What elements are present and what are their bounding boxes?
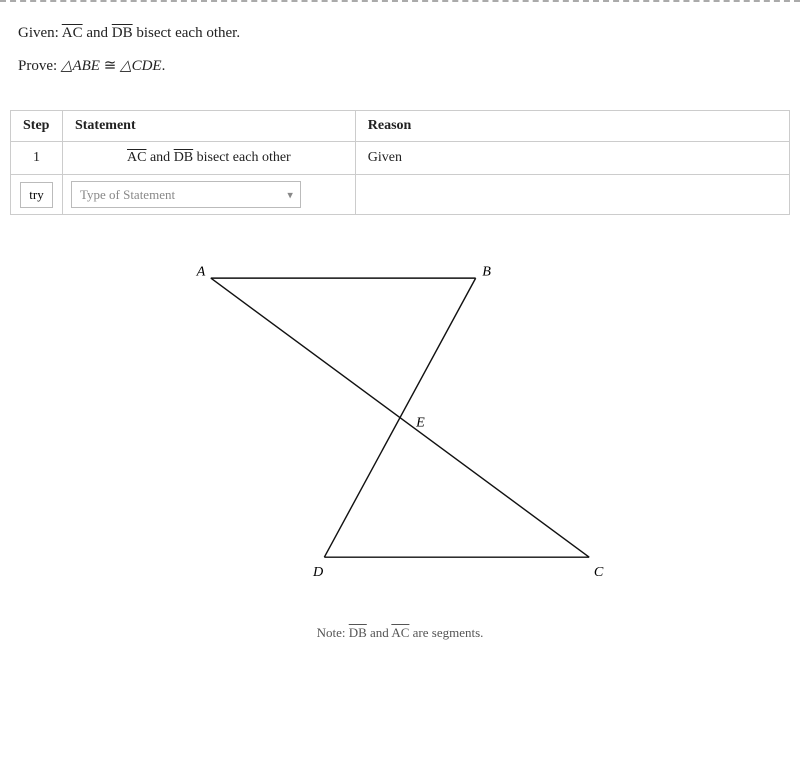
note-mid: and bbox=[367, 625, 392, 640]
table-row: 1 AC and DB bisect each other Given bbox=[11, 142, 790, 175]
statement-suffix: bisect each other bbox=[193, 150, 291, 165]
given-line: Given: AC and DB bisect each other. bbox=[18, 20, 782, 47]
label-a: A bbox=[196, 263, 206, 279]
note-prefix: Note: bbox=[317, 625, 349, 640]
statement-and: and bbox=[146, 150, 173, 165]
header-statement: Statement bbox=[62, 111, 355, 142]
reason-input-cell bbox=[355, 175, 789, 215]
header-step: Step bbox=[11, 111, 63, 142]
given-section: Given: AC and DB bisect each other. Prov… bbox=[0, 2, 800, 94]
given-and: and bbox=[83, 25, 112, 41]
label-d: D bbox=[312, 564, 324, 580]
input-row[interactable]: try Type of Statement bbox=[11, 175, 790, 215]
statement-input-cell[interactable]: Type of Statement bbox=[62, 175, 355, 215]
note-suffix: are segments. bbox=[409, 625, 483, 640]
line-db bbox=[324, 278, 475, 557]
note-ac: AC bbox=[391, 625, 409, 640]
given-ac: AC bbox=[62, 25, 83, 41]
label-b: B bbox=[482, 263, 491, 279]
prove-prefix: Prove: bbox=[18, 58, 61, 74]
geometry-diagram: A B E D C bbox=[175, 245, 625, 595]
table-header-row: Step Statement Reason bbox=[11, 111, 790, 142]
given-db: DB bbox=[112, 25, 133, 41]
triangle1: △ABE bbox=[61, 58, 100, 74]
diagram-container: A B E D C bbox=[0, 215, 800, 615]
given-prefix: Given: bbox=[18, 25, 62, 41]
statement-db: DB bbox=[174, 150, 193, 165]
header-reason: Reason bbox=[355, 111, 789, 142]
step-number: 1 bbox=[11, 142, 63, 175]
try-button-cell[interactable]: try bbox=[11, 175, 63, 215]
dropdown-wrapper[interactable]: Type of Statement bbox=[71, 181, 301, 208]
note-section: Note: DB and AC are segments. bbox=[0, 615, 800, 661]
proof-table: Step Statement Reason 1 AC and DB bisect… bbox=[10, 110, 790, 215]
congruent: ≅ bbox=[100, 58, 120, 74]
label-e: E bbox=[415, 415, 425, 431]
label-c: C bbox=[594, 564, 604, 580]
prove-line: Prove: △ABE ≅ △CDE. bbox=[18, 53, 782, 80]
period: . bbox=[162, 58, 166, 74]
statement-ac: AC bbox=[127, 150, 146, 165]
type-of-statement-dropdown[interactable]: Type of Statement bbox=[71, 181, 301, 208]
note-db: DB bbox=[349, 625, 367, 640]
statement-cell: AC and DB bisect each other bbox=[62, 142, 355, 175]
try-button[interactable]: try bbox=[20, 182, 52, 208]
reason-cell: Given bbox=[355, 142, 789, 175]
given-suffix: bisect each other. bbox=[133, 25, 240, 41]
triangle2: △CDE bbox=[120, 58, 162, 74]
